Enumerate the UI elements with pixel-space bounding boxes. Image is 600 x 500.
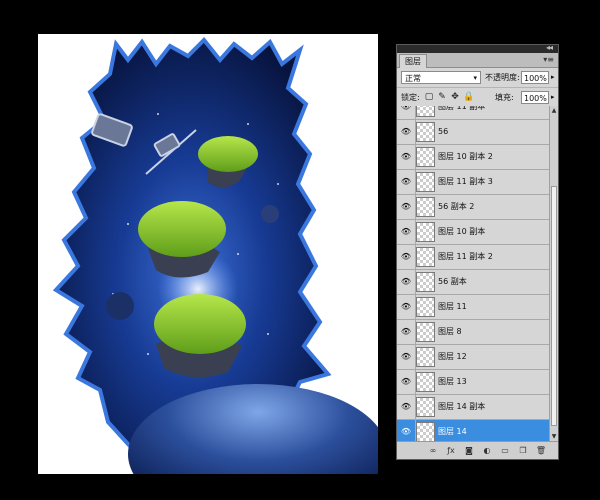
layer-thumbnail[interactable] xyxy=(416,222,435,242)
layer-thumbnail[interactable] xyxy=(416,247,435,267)
lock-label: 锁定: xyxy=(401,93,420,102)
layer-row[interactable]: 👁 图层 13 xyxy=(397,370,549,395)
layers-scrollbar[interactable]: ▲ ▼ xyxy=(549,106,558,441)
scrollbar-thumb[interactable] xyxy=(551,186,557,426)
layer-row[interactable]: 👁 图层 12 xyxy=(397,345,549,370)
layer-row[interactable]: 👁 图层 14 副本 xyxy=(397,395,549,420)
lock-transparent-icon[interactable]: ▢ xyxy=(424,92,434,102)
new-layer-icon[interactable]: ❐ xyxy=(517,445,529,456)
eye-icon[interactable]: 👁 xyxy=(399,252,413,262)
layer-name[interactable]: 图层 13 xyxy=(438,376,467,388)
layer-row[interactable]: 👁 56 xyxy=(397,120,549,145)
layer-name[interactable]: 56 xyxy=(438,126,448,138)
lock-move-icon[interactable]: ✥ xyxy=(450,92,460,102)
layer-row[interactable]: 👁 图层 10 副本 xyxy=(397,220,549,245)
layer-thumbnail[interactable] xyxy=(416,122,435,142)
layer-name[interactable]: 56 副本 2 xyxy=(438,201,474,213)
tab-layers[interactable]: 图层 xyxy=(399,54,427,68)
layer-row[interactable]: 👁 图层 11 副本 2 xyxy=(397,245,549,270)
layer-thumbnail[interactable] xyxy=(416,422,435,441)
eye-icon[interactable]: 👁 xyxy=(399,202,413,212)
fx-icon[interactable]: ƒx xyxy=(445,445,457,456)
space-artwork-image xyxy=(52,37,378,474)
layer-thumbnail[interactable] xyxy=(416,197,435,217)
layer-name[interactable]: 图层 11 xyxy=(438,301,467,313)
blend-mode-select[interactable]: 正常 ▾ xyxy=(401,71,481,84)
layer-row[interactable]: 👁 图层 14 xyxy=(397,420,549,441)
layer-name[interactable]: 图层 12 xyxy=(438,351,467,363)
layer-name[interactable]: 图层 8 xyxy=(438,326,462,338)
layer-name[interactable]: 56 副本 xyxy=(438,276,467,288)
fill-label: 填充: xyxy=(495,93,514,102)
eye-icon[interactable]: 👁 xyxy=(399,127,413,137)
fill-dropdown-icon[interactable]: ▸ xyxy=(551,91,555,104)
layers-panel: ◂◂ 图层 ▾≡ 正常 ▾ 不透明度: 100% ▸ 锁定: ▢ ✎ ✥ 🔒 填… xyxy=(396,43,559,460)
blend-mode-value: 正常 xyxy=(405,74,421,83)
eye-icon[interactable]: 👁 xyxy=(399,106,413,112)
eye-icon[interactable]: 👁 xyxy=(399,402,413,412)
eye-icon[interactable]: 👁 xyxy=(399,427,413,437)
eye-icon[interactable]: 👁 xyxy=(399,352,413,362)
blend-opacity-row: 正常 ▾ 不透明度: 100% ▸ xyxy=(397,68,558,88)
mask-icon[interactable]: ◙ xyxy=(463,445,475,456)
panel-tab-bar: 图层 ▾≡ xyxy=(397,53,558,68)
layer-thumbnail[interactable] xyxy=(416,106,435,117)
chevron-down-icon: ▾ xyxy=(473,74,477,82)
adjustment-icon[interactable]: ◐ xyxy=(481,445,493,456)
lock-paint-icon[interactable]: ✎ xyxy=(437,92,447,102)
eye-icon[interactable]: 👁 xyxy=(399,302,413,312)
layer-row[interactable]: 👁 56 副本 2 xyxy=(397,195,549,220)
layer-name[interactable]: 图层 10 副本 xyxy=(438,226,485,238)
opacity-label: 不透明度: xyxy=(485,73,520,82)
layer-name[interactable]: 图层 11 副本 3 xyxy=(438,176,493,188)
panel-title-bar[interactable]: ◂◂ xyxy=(397,43,558,53)
layer-thumbnail[interactable] xyxy=(416,297,435,317)
layer-row[interactable]: 👁 图层 11 xyxy=(397,295,549,320)
layer-name[interactable]: 图层 14 副本 xyxy=(438,401,485,413)
panel-menu-icon[interactable]: ▾≡ xyxy=(543,55,554,64)
layer-thumbnail[interactable] xyxy=(416,322,435,342)
collapse-panel-icon[interactable]: ◂◂ xyxy=(546,43,553,52)
link-icon[interactable]: ∞ xyxy=(427,445,439,456)
eye-icon[interactable]: 👁 xyxy=(399,227,413,237)
opacity-input[interactable]: 100% xyxy=(521,71,549,84)
layer-name[interactable]: 图层 11 副本 2 xyxy=(438,251,493,263)
eye-icon[interactable]: 👁 xyxy=(399,177,413,187)
layer-thumbnail[interactable] xyxy=(416,272,435,292)
layer-thumbnail[interactable] xyxy=(416,372,435,392)
layer-thumbnail[interactable] xyxy=(416,397,435,417)
layers-list: 👁 图层 11 副本 👁 56 👁 图层 10 副本 2 👁 图层 11 副本 3 👁 56 副本… xyxy=(397,106,549,441)
document-canvas[interactable] xyxy=(38,34,378,474)
eye-icon[interactable]: 👁 xyxy=(399,377,413,387)
layer-name[interactable]: 图层 14 xyxy=(438,426,467,438)
layer-row[interactable]: 👁 图层 11 副本 xyxy=(397,106,549,120)
layer-name[interactable]: 图层 11 副本 xyxy=(438,106,485,113)
layer-row[interactable]: 👁 图层 10 副本 2 xyxy=(397,145,549,170)
layer-row[interactable]: 👁 56 副本 xyxy=(397,270,549,295)
lock-all-icon[interactable]: 🔒 xyxy=(463,92,474,102)
layer-name[interactable]: 图层 10 副本 2 xyxy=(438,151,493,163)
eye-icon[interactable]: 👁 xyxy=(399,327,413,337)
layer-thumbnail[interactable] xyxy=(416,147,435,167)
layer-thumbnail[interactable] xyxy=(416,172,435,192)
scroll-down-icon[interactable]: ▼ xyxy=(550,432,558,441)
opacity-dropdown-icon[interactable]: ▸ xyxy=(551,71,555,84)
panel-bottom-toolbar: ∞ ƒx ◙ ◐ ▭ ❐ 🗑 xyxy=(397,441,558,459)
lock-fill-row: 锁定: ▢ ✎ ✥ 🔒 填充: 100% ▸ xyxy=(397,88,558,108)
trash-icon[interactable]: 🗑 xyxy=(535,445,547,456)
eye-icon[interactable]: 👁 xyxy=(399,152,413,162)
fill-input[interactable]: 100% xyxy=(521,91,549,104)
layer-row[interactable]: 👁 图层 8 xyxy=(397,320,549,345)
layer-row[interactable]: 👁 图层 11 副本 3 xyxy=(397,170,549,195)
eye-icon[interactable]: 👁 xyxy=(399,277,413,287)
layer-thumbnail[interactable] xyxy=(416,347,435,367)
scroll-up-icon[interactable]: ▲ xyxy=(550,106,558,115)
group-icon[interactable]: ▭ xyxy=(499,445,511,456)
